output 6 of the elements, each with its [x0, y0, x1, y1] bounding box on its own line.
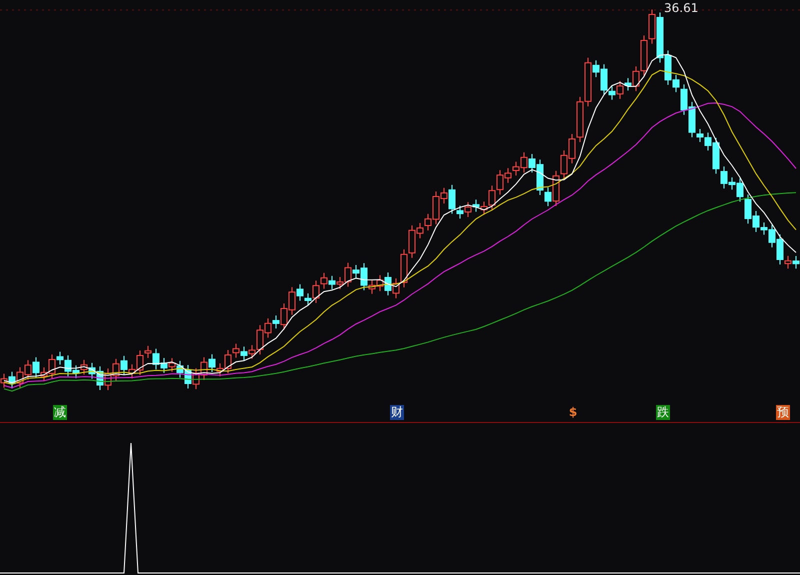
event-marker: $	[568, 405, 578, 420]
event-marker: 减	[53, 405, 67, 420]
event-marker: 预	[776, 405, 790, 420]
event-marker: 跌	[656, 405, 670, 420]
event-marker: 财	[390, 405, 404, 420]
high-price-label: 36.61	[664, 1, 698, 15]
